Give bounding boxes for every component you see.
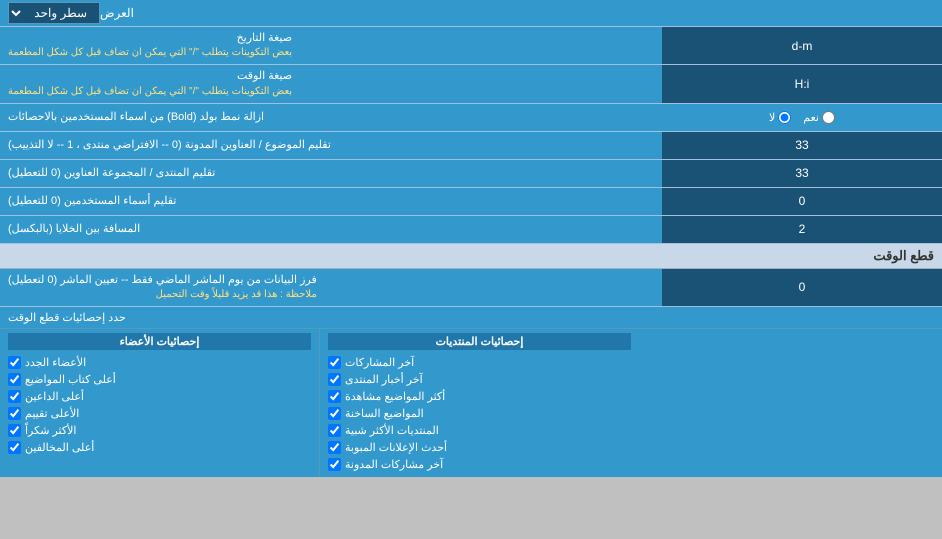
stats-col-members: إحصائيات الأعضاء الأعضاء الجدد أعلى كتاب… — [0, 329, 319, 477]
time-filter-row: 0 فرز البيانات من يوم الماشر الماضي فقط … — [0, 269, 942, 307]
time-format-input[interactable]: H:i — [668, 77, 936, 91]
checkbox-top-rated[interactable] — [8, 407, 21, 420]
usernames-label: تقليم أسماء المستخدمين (0 للتعطيل) — [0, 188, 662, 215]
time-filter-control: 0 — [662, 269, 942, 306]
stats-item-4: المواضيع الساخنة — [328, 405, 631, 422]
checkbox-most-thanked[interactable] — [8, 424, 21, 437]
display-select[interactable]: سطر واحد سطرين ثلاثة أسطر — [8, 2, 100, 24]
checkbox-last-news[interactable] — [328, 373, 341, 386]
date-format-row: d-m صيغة التاريخ بعض التكوينات يتطلب "/"… — [0, 27, 942, 65]
time-filter-label: فرز البيانات من يوم الماشر الماضي فقط --… — [0, 269, 662, 306]
date-format-input[interactable]: d-m — [668, 39, 936, 53]
bold-label: ازالة نمط بولد (Bold) من اسماء المستخدمي… — [0, 104, 662, 131]
stats-member-item-5: الأكثر شكراً — [8, 422, 311, 439]
time-format-control: H:i — [662, 65, 942, 102]
topics-titles-control: 33 — [662, 132, 942, 159]
date-format-label: صيغة التاريخ بعض التكوينات يتطلب "/" الت… — [0, 27, 662, 64]
stats-columns: إحصائيات المنتديات آخر المشاركات آخر أخب… — [0, 329, 942, 477]
bold-no-radio[interactable] — [778, 111, 791, 124]
checkbox-latest-classifieds[interactable] — [328, 441, 341, 454]
topics-titles-label: تقليم الموضوع / العناوين المدونة (0 -- ا… — [0, 132, 662, 159]
usernames-input[interactable]: 0 — [668, 194, 936, 208]
checkbox-most-active-forums[interactable] — [328, 424, 341, 437]
bold-no-label[interactable]: لا — [769, 111, 791, 124]
main-container: العرض سطر واحد سطرين ثلاثة أسطر d-m صيغة… — [0, 0, 942, 477]
forum-group-label: تقليم المنتدى / المجموعة العناوين (0 للت… — [0, 160, 662, 187]
time-filter-input[interactable]: 0 — [668, 280, 936, 294]
col1-header: إحصائيات المنتديات — [328, 333, 631, 350]
stats-item-7: آخر مشاركات المدونة — [328, 456, 631, 473]
stats-col-forums: إحصائيات المنتديات آخر المشاركات آخر أخب… — [319, 329, 639, 477]
topics-titles-row: 33 تقليم الموضوع / العناوين المدونة (0 -… — [0, 132, 942, 160]
bold-radio-control: نعم لا — [662, 104, 942, 131]
empty-col — [639, 329, 942, 477]
bold-yes-radio[interactable] — [822, 111, 835, 124]
checkbox-most-viewed[interactable] — [328, 390, 341, 403]
checkbox-new-members[interactable] — [8, 356, 21, 369]
checkbox-last-posts[interactable] — [328, 356, 341, 369]
time-format-row: H:i صيغة الوقت بعض التكوينات يتطلب "/" ا… — [0, 65, 942, 103]
usernames-row: 0 تقليم أسماء المستخدمين (0 للتعطيل) — [0, 188, 942, 216]
display-header-row: العرض سطر واحد سطرين ثلاثة أسطر — [0, 0, 942, 27]
bold-radio-row: نعم لا ازالة نمط بولد (Bold) من اسماء ال… — [0, 104, 942, 132]
cells-spacing-control: 2 — [662, 216, 942, 243]
stats-member-item-3: أعلى الداعين — [8, 388, 311, 405]
date-format-control: d-m — [662, 27, 942, 64]
stats-label-row: حدد إحصائيات قطع الوقت — [0, 307, 942, 329]
cells-spacing-row: 2 المسافة بين الخلايا (بالبكسل) — [0, 216, 942, 244]
stats-item-6: أحدث الإعلانات المبوبة — [328, 439, 631, 456]
checkbox-hot-topics[interactable] — [328, 407, 341, 420]
cells-spacing-label: المسافة بين الخلايا (بالبكسل) — [0, 216, 662, 243]
bold-yes-label[interactable]: نعم — [803, 111, 835, 124]
forum-group-row: 33 تقليم المنتدى / المجموعة العناوين (0 … — [0, 160, 942, 188]
checkbox-top-inviters[interactable] — [8, 390, 21, 403]
col2-header: إحصائيات الأعضاء — [8, 333, 311, 350]
stats-item-2: آخر أخبار المنتدى — [328, 371, 631, 388]
stats-member-item-1: الأعضاء الجدد — [8, 354, 311, 371]
usernames-control: 0 — [662, 188, 942, 215]
stats-member-item-4: الأعلى تقييم — [8, 405, 311, 422]
stats-member-item-6: أعلى المخالفين — [8, 439, 311, 456]
stats-member-item-2: أعلى كتاب المواضيع — [8, 371, 311, 388]
checkbox-top-violators[interactable] — [8, 441, 21, 454]
time-format-label: صيغة الوقت بعض التكوينات يتطلب "/" التي … — [0, 65, 662, 102]
forum-group-control: 33 — [662, 160, 942, 187]
display-label: العرض — [100, 6, 134, 20]
topics-titles-input[interactable]: 33 — [668, 138, 936, 152]
checkbox-last-blog-posts[interactable] — [328, 458, 341, 471]
stats-item-3: أكثر المواضيع مشاهدة — [328, 388, 631, 405]
forum-group-input[interactable]: 33 — [668, 166, 936, 180]
cells-spacing-input[interactable]: 2 — [668, 222, 936, 236]
checkbox-top-topic-writers[interactable] — [8, 373, 21, 386]
stats-item-1: آخر المشاركات — [328, 354, 631, 371]
time-section-header: قطع الوقت — [0, 244, 942, 269]
stats-item-5: المنتديات الأكثر شبية — [328, 422, 631, 439]
